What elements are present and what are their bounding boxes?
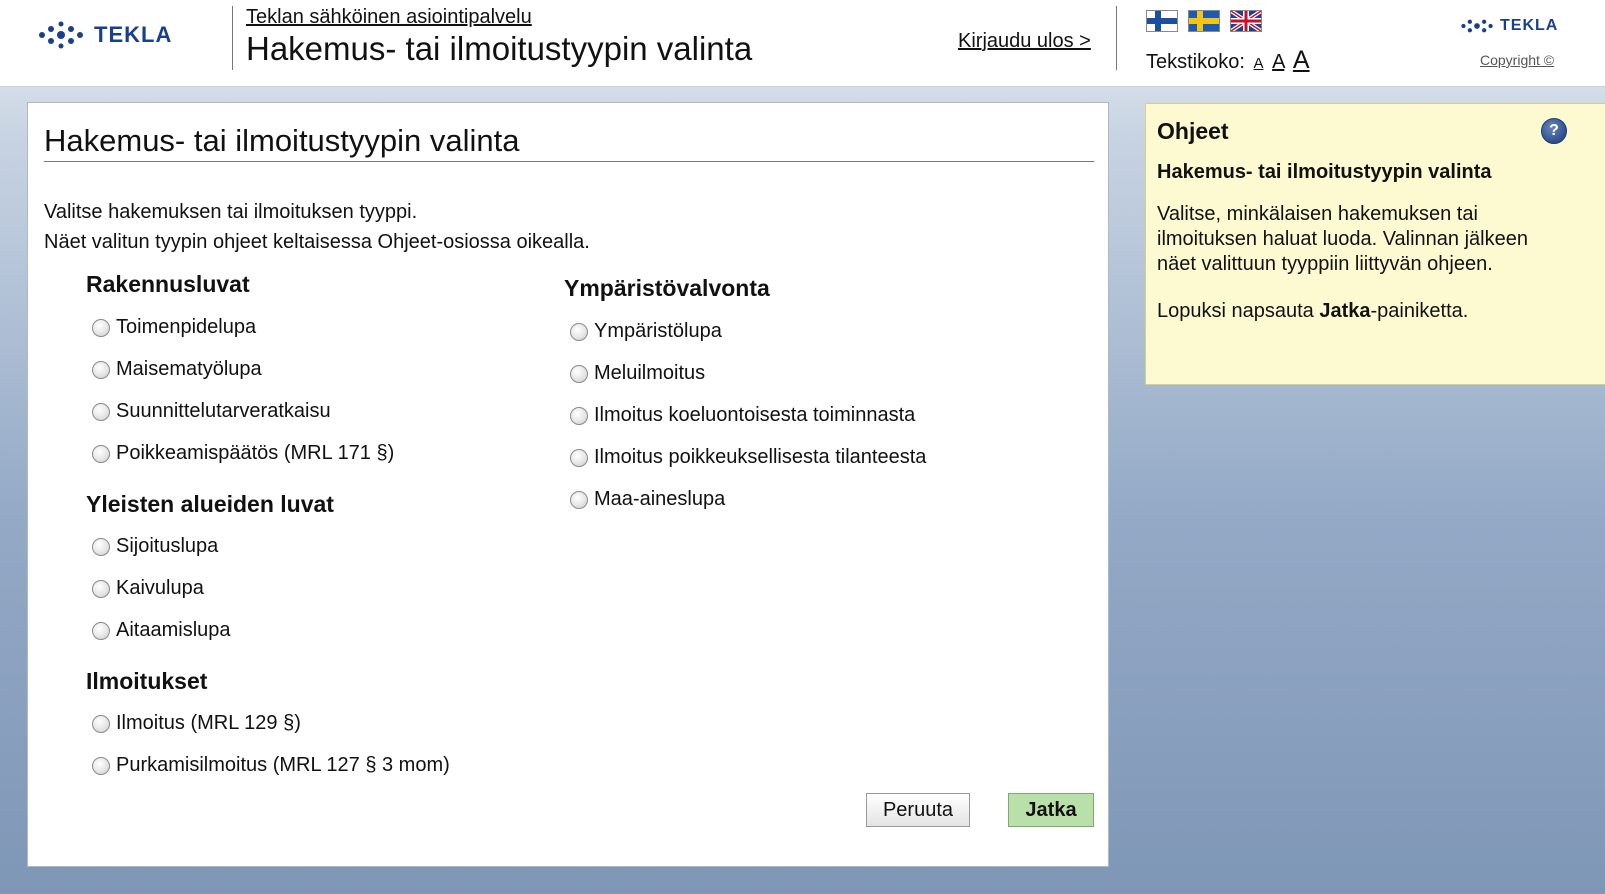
option-label: Maisematyölupa [116,358,262,380]
radio-button[interactable] [570,406,588,425]
header-title: Hakemus- tai ilmoitustyypin valinta [246,30,753,67]
option-label: Maa-aineslupa [594,488,726,510]
radio-button[interactable] [92,318,110,337]
option-maisematyolupa[interactable]: Maisematyölupa [92,358,262,381]
radio-button[interactable] [92,537,110,556]
option-label: Meluilmoitus [594,362,706,384]
option-poikkeamispaatos[interactable]: Poikkeamispäätös (MRL 171 §) [92,442,394,465]
option-ilmoitus-mrl-129[interactable]: Ilmoitus (MRL 129 §) [92,712,301,735]
option-label: Kaivulupa [116,577,204,599]
help-text-suffix: -painiketta. [1370,300,1469,322]
intro-line-1: Valitse hakemuksen tai ilmoituksen tyypp… [44,201,418,223]
option-label: Ilmoitus koeluontoisesta toiminnasta [594,404,916,426]
help-text: Valitse, minkälaisen hakemuksen tai ilmo… [1157,203,1528,275]
option-aitaamislupa[interactable]: Aitaamislupa [92,619,231,642]
intro-text: Valitse hakemuksen tai ilmoituksen tyypp… [44,197,590,257]
option-suunnittelutarveratkaisu[interactable]: Suunnittelutarveratkaisu [92,400,331,423]
text-size-control: Tekstikoko: A A A [1146,46,1310,75]
text-size-large[interactable]: A [1293,46,1310,74]
continue-button[interactable]: Jatka [1008,793,1094,827]
copyright-link[interactable]: Copyright © [1480,52,1554,68]
logout-link[interactable]: Kirjaudu ulos > [958,30,1091,53]
swedish-flag-icon[interactable] [1188,10,1220,32]
help-text-prefix: Lopuksi napsauta [1157,300,1320,322]
radio-button[interactable] [92,360,110,379]
selection-panel: Hakemus- tai ilmoitustyypin valinta Vali… [27,102,1109,867]
radio-button[interactable] [570,490,588,509]
option-label: Ympäristölupa [594,320,722,342]
option-toimenpidelupa[interactable]: Toimenpidelupa [92,316,256,339]
option-label: Ilmoitus poikkeuksellisesta tilanteesta [594,446,927,468]
radio-button[interactable] [570,322,588,341]
option-ilmoitus-koeluontoisesta[interactable]: Ilmoitus koeluontoisesta toiminnasta [570,404,915,427]
page-header: TEKLA Teklan sähköinen asiointipalvelu H… [0,0,1605,87]
tekla-logo-small-icon [1461,19,1493,33]
option-label: Ilmoitus (MRL 129 §) [116,712,301,734]
option-ilmoitus-poikkeuksellisesta[interactable]: Ilmoitus poikkeuksellisesta tilanteesta [570,446,926,469]
help-text-final: Lopuksi napsauta Jatka-painiketta. [1157,300,1468,323]
text-size-label: Tekstikoko: [1146,51,1245,73]
tekla-logo[interactable]: TEKLA [38,20,172,50]
option-label: Poikkeamispäätös (MRL 171 §) [116,442,395,464]
help-subtitle: Hakemus- tai ilmoitustyypin valinta [1157,161,1492,183]
radio-button[interactable] [92,756,110,775]
language-flags [1146,10,1262,32]
option-label: Suunnittelutarveratkaisu [116,400,331,422]
header-divider [232,6,233,70]
radio-button[interactable] [92,621,110,640]
option-label: Sijoituslupa [116,535,219,557]
option-ymparistolupa[interactable]: Ympäristölupa [570,320,722,343]
help-text-bold: Jatka [1319,300,1371,322]
intro-line-2: Näet valitun tyypin ohjeet keltaisessa O… [44,231,590,253]
cancel-button[interactable]: Peruuta [866,793,970,827]
uk-flag-graphic [1231,11,1261,31]
help-question-icon[interactable]: ? [1541,118,1567,144]
help-title: Ohjeet [1157,118,1229,144]
text-size-small[interactable]: A [1254,55,1264,72]
logo-small-text: TEKLA [1500,17,1559,34]
radio-button[interactable] [92,402,110,421]
radio-button[interactable] [92,444,110,463]
option-meluilmoitus[interactable]: Meluilmoitus [570,362,705,385]
finnish-flag-icon[interactable] [1146,10,1178,32]
text-size-medium[interactable]: A [1272,51,1284,73]
group-title-ymparistovalvonta: Ympäristövalvonta [564,275,770,301]
option-kaivulupa[interactable]: Kaivulupa [92,577,204,600]
option-maa-aineslupa[interactable]: Maa-aineslupa [570,488,725,511]
help-panel: Ohjeet ? Hakemus- tai ilmoitustyypin val… [1145,103,1605,385]
option-sijoituslupa[interactable]: Sijoituslupa [92,535,218,558]
option-label: Purkamisilmoitus (MRL 127 § 3 mom) [116,754,450,776]
tekla-logo-icon [39,21,83,49]
radio-button[interactable] [570,364,588,383]
radio-button[interactable] [92,714,110,733]
service-link[interactable]: Teklan sähköinen asiointipalvelu [246,6,532,29]
option-purkamisilmoitus[interactable]: Purkamisilmoitus (MRL 127 § 3 mom) [92,754,450,777]
radio-button[interactable] [570,448,588,467]
panel-title: Hakemus- tai ilmoitustyypin valinta [44,123,520,158]
logo-text: TEKLA [94,22,173,47]
group-title-ilmoitukset: Ilmoitukset [86,668,208,694]
english-flag-icon[interactable] [1230,10,1262,32]
title-divider [44,161,1094,162]
option-label: Toimenpidelupa [116,316,257,338]
header-divider-right [1116,6,1117,70]
tekla-logo-small: TEKLA [1460,16,1558,36]
option-label: Aitaamislupa [116,619,231,641]
group-title-rakennusluvat: Rakennusluvat [86,271,250,297]
group-title-yleisten-alueiden-luvat: Yleisten alueiden luvat [86,491,334,517]
radio-button[interactable] [92,579,110,598]
